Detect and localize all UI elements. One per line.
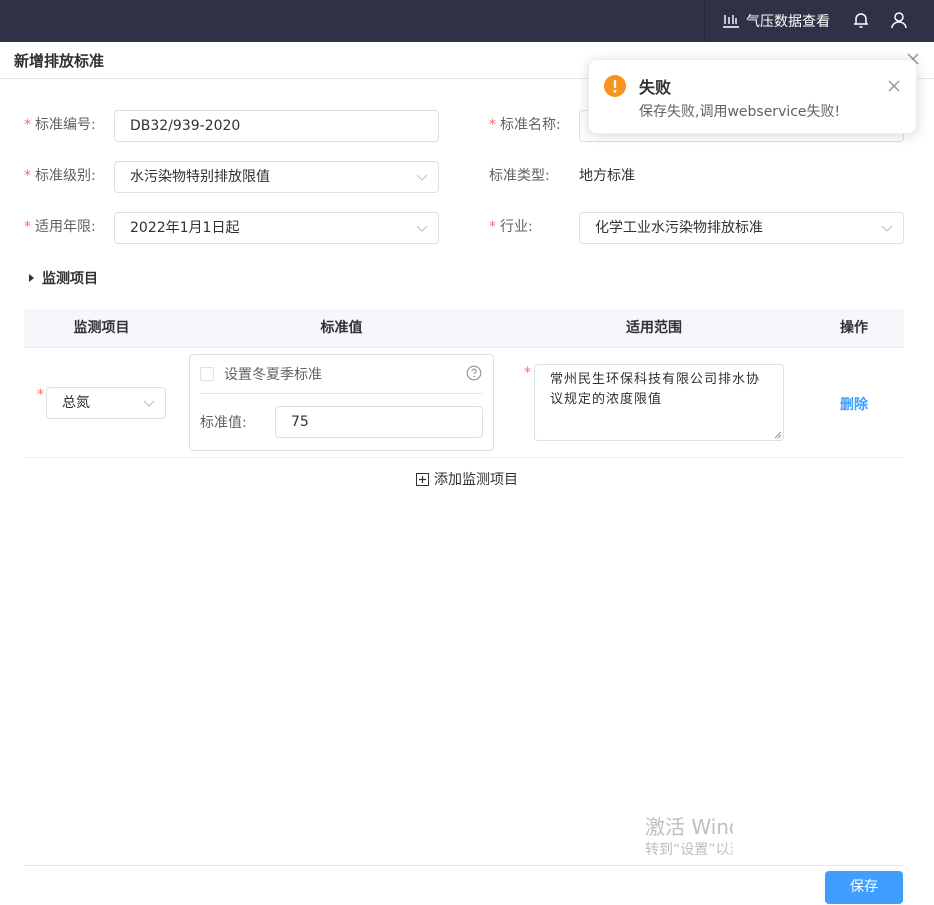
std-level-select[interactable]: 水污染物特别排放限值 — [114, 161, 439, 193]
scope-textarea[interactable]: 常州民生环保科技有限公司排水协议规定的浓度限值 — [534, 364, 784, 441]
monitor-item-value: 总氮 — [62, 395, 90, 411]
error-notification: 失败 保存失败,调用webservice失败! — [588, 59, 917, 134]
bell-icon[interactable] — [851, 10, 871, 30]
standard-value-input[interactable]: 75 — [275, 406, 483, 438]
scope-required-mark: * — [524, 365, 531, 381]
year-label: * 适用年限: — [24, 219, 96, 235]
year-value: 2022年1月1日起 — [130, 220, 240, 236]
watermark-line2: 转到“设置”以激活 Windows。 — [645, 842, 733, 858]
caret-right-icon — [29, 274, 34, 282]
standard-value-label: 标准值: — [200, 415, 247, 431]
pressure-data-label: 气压数据查看 — [746, 14, 830, 30]
monitor-item-select[interactable]: 总氮 — [46, 387, 166, 419]
notification-message: 保存失败,调用webservice失败! — [639, 104, 841, 120]
std-level-label: * 标准级别: — [24, 168, 96, 184]
notification-title: 失败 — [639, 78, 672, 97]
delete-row-link[interactable]: 删除 — [840, 394, 868, 414]
resize-handle-icon[interactable] — [774, 431, 782, 439]
topbar-divider — [704, 0, 705, 42]
std-name-label: * 标准名称: — [489, 117, 561, 133]
col-header-item: 监测项目 — [73, 320, 130, 336]
checkbox-box[interactable] — [200, 367, 214, 381]
monitor-section-toggle[interactable]: 监测项目 — [26, 268, 98, 288]
user-icon[interactable] — [889, 10, 909, 30]
industry-value: 化学工业水污染物排放标准 — [595, 220, 763, 236]
std-no-label: * 标准编号: — [24, 117, 96, 133]
close-icon[interactable] — [887, 79, 901, 93]
year-select[interactable]: 2022年1月1日起 — [114, 212, 439, 244]
season-standard-checkbox[interactable]: 设置冬夏季标准 — [200, 364, 322, 384]
col-header-value: 标准值 — [320, 320, 363, 336]
save-button[interactable]: 保存 — [825, 871, 903, 904]
scope-text: 常州民生环保科技有限公司排水协议规定的浓度限值 — [550, 372, 761, 407]
col-header-scope: 适用范围 — [626, 320, 682, 336]
table-row-divider — [24, 457, 904, 458]
item-required-mark: * — [37, 387, 44, 403]
activation-watermark: 激活 Windows 转到“设置”以激活 Windows。 — [645, 814, 733, 862]
std-no-input[interactable]: DB32/939-2020 — [114, 110, 439, 142]
question-circle-icon[interactable] — [466, 365, 482, 381]
plus-square-icon — [416, 472, 429, 486]
standard-value-card: 设置冬夏季标准 标准值: 75 — [189, 354, 494, 451]
std-level-value: 水污染物特别排放限值 — [130, 169, 270, 185]
pressure-data-button[interactable]: 气压数据查看 — [722, 10, 830, 32]
std-type-value: 地方标准 — [579, 168, 635, 184]
col-header-action: 操作 — [840, 320, 868, 336]
watermark-line1: 激活 Windows — [645, 815, 733, 839]
industry-select[interactable]: 化学工业水污染物排放标准 — [579, 212, 904, 244]
warning-icon — [604, 75, 626, 97]
add-monitor-item-label: 添加监测项目 — [434, 472, 518, 488]
add-monitor-item-button[interactable]: 添加监测项目 — [416, 469, 518, 489]
card-divider — [200, 393, 483, 394]
industry-label: * 行业: — [489, 219, 533, 235]
monitor-section-title: 监测项目 — [42, 271, 98, 287]
chevron-down-icon — [881, 225, 893, 232]
season-standard-label: 设置冬夏季标准 — [224, 367, 322, 383]
chevron-down-icon — [143, 400, 155, 407]
footer-divider — [24, 865, 904, 866]
dialog-title: 新增排放标准 — [14, 52, 105, 70]
chevron-down-icon — [416, 225, 428, 232]
top-bar: 气压数据查看 — [0, 0, 934, 42]
monitor-table-header: 监测项目 标准值 适用范围 操作 — [24, 309, 904, 348]
pressure-chart-icon — [723, 15, 739, 28]
std-type-label: 标准类型: — [489, 168, 550, 184]
chevron-down-icon — [416, 174, 428, 181]
